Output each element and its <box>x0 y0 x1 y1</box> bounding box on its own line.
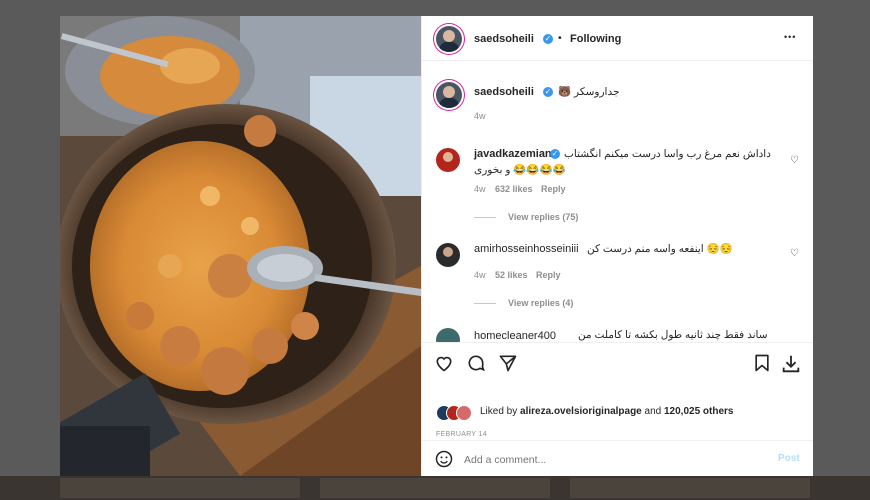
comment-likes[interactable]: 632 likes <box>495 184 533 194</box>
comment-text: داداش نعم مرغ رب واسا درست میکنم انگشتاب <box>564 148 771 160</box>
liked-by-count[interactable]: 120,025 others <box>664 406 734 417</box>
caption-time: 4w <box>474 111 486 121</box>
view-replies-button[interactable]: View replies (75) <box>508 212 578 222</box>
verified-icon: ✓ <box>550 149 560 159</box>
comment-reply-button[interactable]: Reply <box>541 184 566 194</box>
background-feed-strip <box>0 476 870 500</box>
heart-icon[interactable] <box>434 353 454 377</box>
more-icon[interactable]: ••• <box>784 32 796 42</box>
post-modal: saedsoheili ✓ • Following ••• saedsoheil… <box>60 16 813 476</box>
comment-username[interactable]: homecleaner400 <box>474 330 556 342</box>
post-header: saedsoheili ✓ • Following ••• <box>422 16 813 61</box>
post-photo[interactable] <box>60 16 421 476</box>
commenter-avatar[interactable] <box>436 243 460 267</box>
comment-text-line2: 😂😂😂😂 و بخوری <box>474 164 566 176</box>
liked-by-middle: and <box>641 406 664 417</box>
comment-icon[interactable] <box>466 353 486 377</box>
view-replies-button[interactable]: View replies (4) <box>508 298 573 308</box>
liked-by-user[interactable]: alireza.ovelsioriginalpage <box>520 406 642 417</box>
comment-text: ساند فقط چند ثانیه طول بکشه تا کاملت من <box>578 329 768 341</box>
comment-time: 4w <box>474 270 486 280</box>
post-comment-button[interactable]: Post <box>778 453 800 464</box>
liked-by-avatars <box>436 405 480 421</box>
view-replies-line <box>474 303 496 304</box>
comment-username[interactable]: amirhosseinhosseiniii <box>474 243 579 255</box>
download-icon[interactable] <box>780 353 802 379</box>
comment-like-heart-icon[interactable]: ♡ <box>790 248 799 259</box>
header-dot: • <box>558 32 562 44</box>
commenter-avatar[interactable] <box>436 148 460 172</box>
comment-reply-button[interactable]: Reply <box>536 270 561 280</box>
caption-avatar[interactable] <box>436 82 462 108</box>
liked-by-text[interactable]: Liked by alireza.ovelsioriginalpage and … <box>480 406 734 417</box>
emoji-icon[interactable] <box>434 449 454 474</box>
liked-by-prefix: Liked by <box>480 406 521 417</box>
add-comment-input[interactable] <box>462 450 756 470</box>
view-replies-line <box>474 217 496 218</box>
author-avatar[interactable] <box>436 26 462 52</box>
following-button[interactable]: Following <box>570 33 621 45</box>
caption-username[interactable]: saedsoheili <box>474 86 534 98</box>
commenter-avatar[interactable] <box>436 328 460 342</box>
post-side-panel: saedsoheili ✓ • Following ••• saedsoheil… <box>421 16 813 476</box>
post-actions: Liked by alireza.ovelsioriginalpage and … <box>422 342 813 447</box>
verified-icon: ✓ <box>543 87 553 97</box>
comment-text: 😔😔 اینفعه واسه منم درست کن <box>587 243 733 255</box>
verified-icon: ✓ <box>543 34 553 44</box>
comment-likes[interactable]: 52 likes <box>495 270 528 280</box>
caption-text: جداروسکر 🐻 <box>558 86 620 98</box>
comment-username[interactable]: javadkazemian <box>474 148 552 160</box>
bookmark-icon[interactable] <box>752 353 772 377</box>
comment-time: 4w <box>474 184 486 194</box>
author-username[interactable]: saedsoheili <box>474 33 534 45</box>
add-comment-bar: Post <box>422 440 813 477</box>
comments-list[interactable]: saedsoheili ✓ جداروسکر 🐻 4w javadkazemia… <box>422 60 813 342</box>
post-date: FEBRUARY 14 <box>436 431 487 438</box>
share-icon[interactable] <box>498 353 518 377</box>
comment-like-heart-icon[interactable]: ♡ <box>790 155 799 166</box>
